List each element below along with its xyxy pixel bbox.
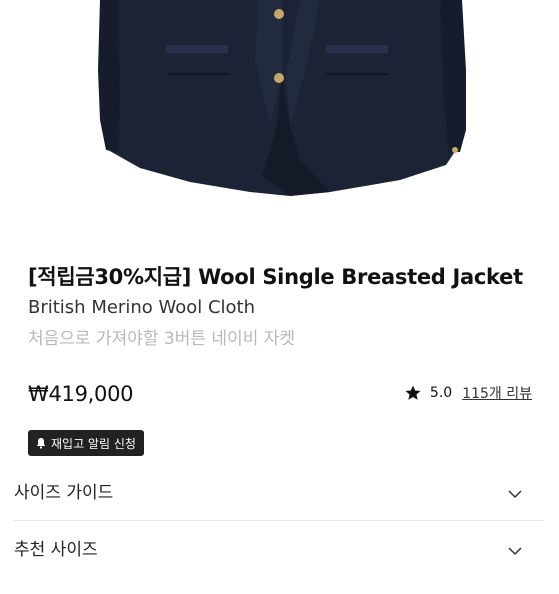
divider [14,520,544,521]
size-guide-label: 사이즈 가이드 [14,483,114,503]
reviews-link[interactable]: 115개 리뷰 [462,383,532,403]
product-image[interactable] [0,0,559,245]
restock-alert-button[interactable]: 재입고 알림 신청 [28,430,144,456]
chevron-down-icon [508,547,522,556]
star-icon [405,385,421,400]
product-price: ₩419,000 [28,382,134,406]
rating-summary: 5.0 115개 리뷰 [404,383,532,403]
size-guide-accordion[interactable]: 사이즈 가이드 [14,481,544,537]
product-description: 처음으로 가져야할 3버튼 네이비 자켓 [28,329,296,349]
rating-value: 5.0 [429,385,453,401]
bell-icon [36,438,46,449]
restock-alert-label: 재입고 알림 신청 [51,436,136,451]
recommended-size-label: 추천 사이즈 [14,540,98,560]
product-info: [적립금30%지급] Wool Single Breasted Jacket B… [28,262,538,352]
jacket-illustration [98,0,466,196]
product-title: [적립금30%지급] Wool Single Breasted Jacket [28,265,523,289]
product-subtitle: British Merino Wool Cloth [28,297,256,318]
recommended-size-accordion[interactable]: 추천 사이즈 [14,538,544,594]
price-row: ₩419,000 5.0 115개 리뷰 [28,382,538,414]
chevron-down-icon [508,490,522,499]
